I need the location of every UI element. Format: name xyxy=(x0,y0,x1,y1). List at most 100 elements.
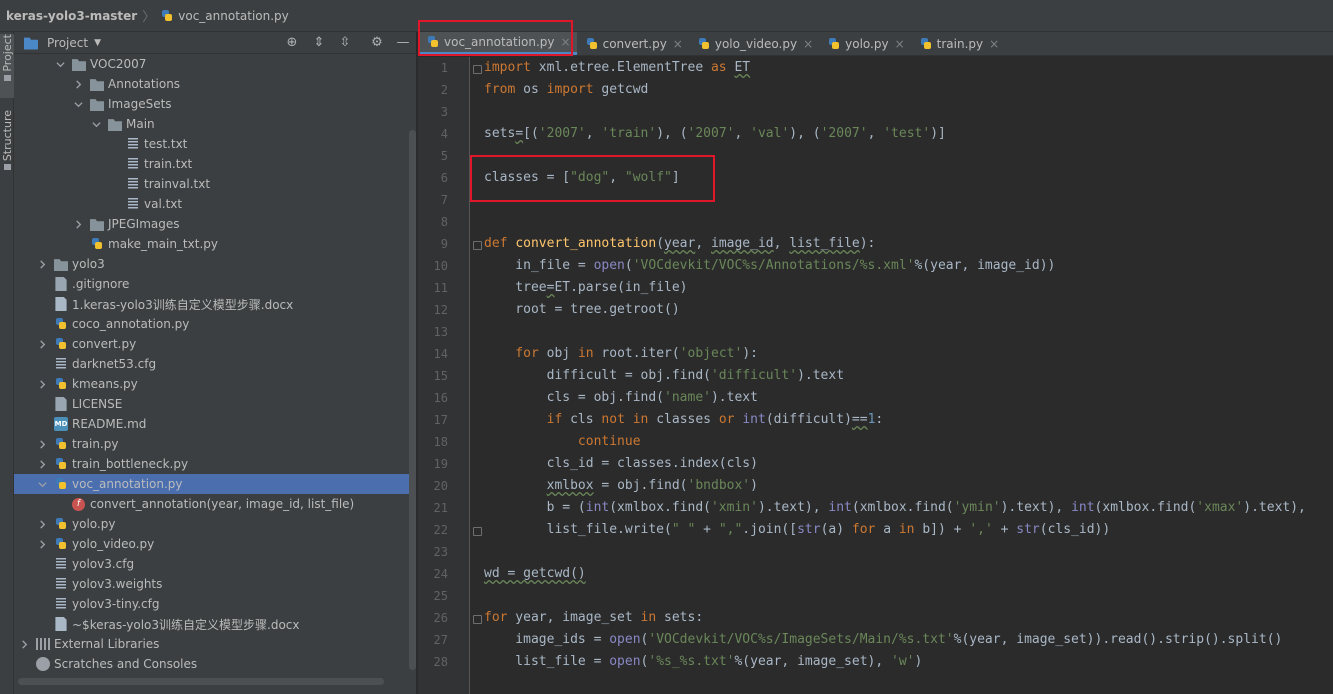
line-number: 24 xyxy=(433,567,448,581)
chevron-right-icon[interactable] xyxy=(36,538,48,550)
code-token: %(year, image_set), xyxy=(734,654,892,669)
python-file-icon xyxy=(54,317,68,331)
close-icon[interactable]: × xyxy=(803,37,813,51)
editor-tab[interactable]: train.py × xyxy=(911,32,1006,55)
close-icon[interactable]: × xyxy=(673,37,683,51)
chevron-right-icon[interactable] xyxy=(36,258,48,270)
chevron-down-icon[interactable]: ▼ xyxy=(94,38,101,48)
tool-tab-project[interactable]: Project xyxy=(0,34,14,98)
tree-folder[interactable]: JPEGImages xyxy=(14,214,416,234)
tree-item[interactable]: yolo_video.py xyxy=(14,534,416,554)
tree-item[interactable]: yolov3.cfg xyxy=(14,554,416,574)
chevron-down-icon[interactable] xyxy=(36,478,48,490)
tree-item[interactable]: yolov3.weights xyxy=(14,574,416,594)
tree-item-label: train_bottleneck.py xyxy=(72,457,189,471)
code-token: [( xyxy=(523,126,539,141)
tree-item[interactable]: trainval.txt xyxy=(14,174,416,194)
tree-item[interactable]: .gitignore xyxy=(14,274,416,294)
editor-tab[interactable]: convert.py × xyxy=(577,32,689,55)
text-file-icon xyxy=(126,157,140,171)
tree-function[interactable]: f convert_annotation(year, image_id, list… xyxy=(14,494,416,514)
breadcrumb: keras-yolo3-master 〉 voc_annotation.py xyxy=(0,0,1333,32)
code-token: year xyxy=(664,236,696,251)
hide-panel-icon[interactable]: — xyxy=(395,35,411,51)
gear-icon[interactable]: ⚙ xyxy=(369,35,385,51)
project-vertical-scrollbar[interactable] xyxy=(409,130,416,670)
tree-item[interactable]: train.txt xyxy=(14,154,416,174)
tree-item[interactable]: make_main_txt.py xyxy=(14,234,416,254)
chevron-down-icon[interactable] xyxy=(72,98,84,110)
expand-all-icon[interactable]: ⇕ xyxy=(311,35,327,51)
close-icon[interactable]: × xyxy=(895,37,905,51)
code-token: 'xmax' xyxy=(1196,500,1244,515)
tree-folder[interactable]: yolo3 xyxy=(14,254,416,274)
editor-tab-label: train.py xyxy=(936,36,984,51)
code-token: , xyxy=(867,126,884,141)
tree-item[interactable]: val.txt xyxy=(14,194,416,214)
chevron-down-icon[interactable] xyxy=(90,118,102,130)
chevron-down-icon[interactable] xyxy=(54,58,66,70)
libraries-icon xyxy=(36,638,50,650)
chevron-right-icon[interactable] xyxy=(36,458,48,470)
code-token: ), ( xyxy=(656,126,688,141)
editor-tab[interactable]: yolo.py × xyxy=(819,32,911,55)
code-token: sets: xyxy=(656,610,704,625)
tree-folder[interactable]: VOC2007 xyxy=(14,54,416,74)
tree-item[interactable]: kmeans.py xyxy=(14,374,416,394)
tree-item[interactable]: 1.keras-yolo3训练自定义模型步骤.docx xyxy=(14,294,416,314)
code-token: open xyxy=(593,258,625,273)
breadcrumb-project[interactable]: keras-yolo3-master xyxy=(6,9,137,23)
tree-item[interactable]: ~$keras-yolo3训练自定义模型步骤.docx xyxy=(14,614,416,634)
tree-item[interactable]: LICENSE xyxy=(14,394,416,414)
code-line: cls = obj.find('name').text xyxy=(484,390,758,405)
fold-marker-icon[interactable] xyxy=(473,527,482,536)
locate-file-icon[interactable]: ⊕ xyxy=(284,35,300,51)
chevron-right-icon[interactable] xyxy=(72,78,84,90)
project-view-selector[interactable]: Project xyxy=(47,36,88,50)
tree-folder[interactable]: Annotations xyxy=(14,74,416,94)
code-token: == xyxy=(851,412,868,427)
chevron-right-icon[interactable] xyxy=(36,338,48,350)
chevron-right-icon[interactable] xyxy=(36,518,48,530)
fold-marker-icon[interactable] xyxy=(473,65,482,74)
project-horizontal-scrollbar[interactable] xyxy=(18,678,384,685)
code-line: image_ids = open('VOCdevkit/VOC%s/ImageS… xyxy=(484,632,1282,647)
tree-item[interactable]: convert.py xyxy=(14,334,416,354)
tree-item[interactable]: train.py xyxy=(14,434,416,454)
fold-marker-icon[interactable] xyxy=(473,615,482,624)
code-token: xmlbox xyxy=(546,478,594,493)
tree-item[interactable]: MD README.md xyxy=(14,414,416,434)
tree-item[interactable]: Scratches and Consoles xyxy=(14,654,416,674)
tree-item[interactable]: darknet53.cfg xyxy=(14,354,416,374)
tree-item[interactable]: yolov3-tiny.cfg xyxy=(14,594,416,614)
tree-item[interactable]: test.txt xyxy=(14,134,416,154)
breadcrumb-file[interactable]: voc_annotation.py xyxy=(178,9,289,23)
line-number: 8 xyxy=(440,215,448,229)
tool-tab-structure[interactable]: Structure xyxy=(0,110,14,178)
tree-item[interactable]: yolo.py xyxy=(14,514,416,534)
close-icon[interactable]: × xyxy=(989,37,999,51)
tree-item[interactable]: coco_annotation.py xyxy=(14,314,416,334)
tree-item[interactable]: External Libraries xyxy=(14,634,416,654)
chevron-right-icon[interactable] xyxy=(36,378,48,390)
tree-item[interactable]: train_bottleneck.py xyxy=(14,454,416,474)
chevron-right-icon[interactable] xyxy=(18,638,30,650)
editor-tab[interactable]: yolo_video.py × xyxy=(689,32,819,55)
tree-item[interactable]: voc_annotation.py xyxy=(14,474,416,494)
chevron-right-icon[interactable] xyxy=(72,218,84,230)
highlight-box-tab xyxy=(418,20,573,56)
chevron-right-icon[interactable] xyxy=(36,438,48,450)
code-editor[interactable]: 1 2 3 4 5 6 7 8 9 10 11 12 13 14 15 16 17 18 19 20 21 22 23 24 2… xyxy=(418,57,1333,694)
code-token: year, image_set xyxy=(507,610,641,625)
tree-folder[interactable]: Main xyxy=(14,114,416,134)
code-token: (difficult) xyxy=(765,412,852,427)
tree-folder[interactable]: ImageSets xyxy=(14,94,416,114)
code-line: b = (int(xmlbox.find('xmin').text), int(… xyxy=(484,500,1306,515)
fold-marker-icon[interactable] xyxy=(473,241,482,250)
collapse-all-icon[interactable]: ⇳ xyxy=(337,35,353,51)
tree-item-label: yolov3.cfg xyxy=(72,557,135,571)
